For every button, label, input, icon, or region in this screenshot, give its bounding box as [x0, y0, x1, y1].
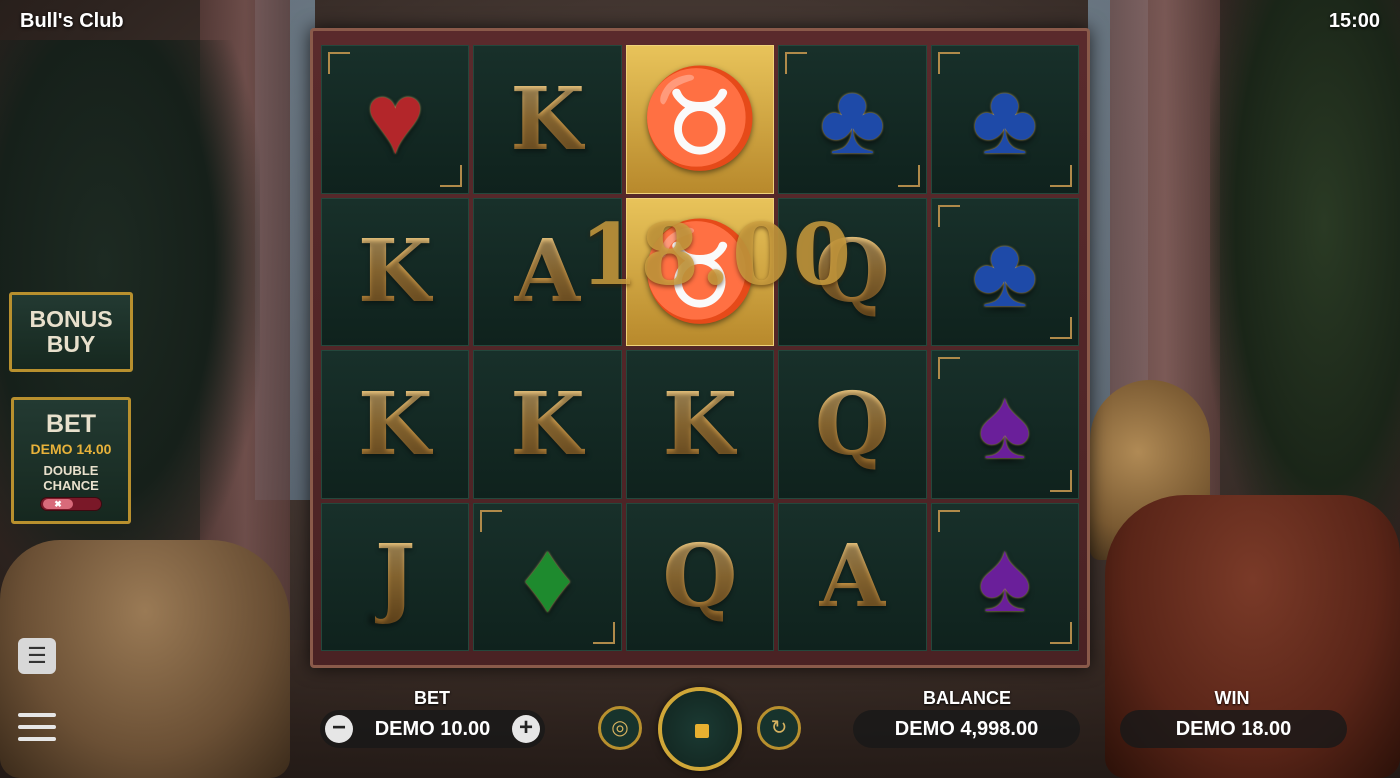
win-value: DEMO 18.00: [1175, 717, 1292, 740]
bonus-buy-label-line1: BONUS: [29, 306, 113, 332]
game-title: Bull's Club: [20, 10, 124, 32]
spade-symbol-icon: ♠: [978, 368, 1032, 481]
bet-panel-amount: DEMO 14.00: [30, 441, 112, 457]
balance-pill: DEMO 4,998.00: [853, 710, 1080, 748]
reel-cell: ♉: [625, 45, 775, 194]
stop-icon: [695, 724, 709, 738]
reel-cell: Q: [625, 502, 775, 651]
reel-grid: ♥ K ♉ ♣ ♣ K A ♉ Q ♣ K K K Q ♠ J ♦ Q A ♠: [321, 45, 1079, 651]
letter-symbol: Q: [814, 373, 890, 475]
club-symbol-icon: ♣: [971, 63, 1038, 176]
double-chance-label: DOUBLE CHANCE: [14, 463, 128, 493]
win-pill: DEMO 18.00: [1120, 710, 1347, 748]
letter-symbol: K: [662, 373, 738, 475]
bet-panel-title: BET: [46, 410, 96, 438]
clock: 15:00: [1328, 10, 1380, 32]
reel-cell: ♦: [473, 502, 622, 651]
reel-cell: K: [321, 197, 470, 346]
menu-icon[interactable]: [18, 710, 56, 744]
letter-symbol: Q: [662, 526, 738, 628]
reel-cell: ♣: [930, 45, 1079, 194]
club-symbol-icon: ♣: [971, 215, 1038, 328]
toggle-off-icon: ✖: [43, 499, 73, 509]
coins-settings-icon[interactable]: ◎: [598, 706, 642, 750]
win-amount-overlay: 18.00: [580, 205, 854, 304]
letter-symbol: K: [357, 221, 433, 323]
reel-cell: K: [473, 350, 622, 499]
double-chance-toggle[interactable]: ✖: [40, 497, 102, 511]
reel-cell: K: [625, 350, 775, 499]
balance-value: DEMO 4,998.00: [894, 717, 1039, 740]
win-label: WIN: [1214, 688, 1250, 708]
balance-label: BALANCE: [923, 688, 1011, 708]
reel-cell: ♥: [321, 45, 470, 194]
letter-symbol: K: [510, 373, 585, 475]
letter-symbol: A: [819, 526, 886, 628]
bonus-buy-label-line2: BUY: [46, 331, 96, 357]
spin-button[interactable]: [658, 687, 742, 771]
letter-symbol: K: [357, 373, 433, 475]
reel-cell: K: [321, 350, 470, 499]
double-chance-line1: DOUBLE: [43, 463, 99, 478]
reel-cell: ♣: [778, 45, 927, 194]
spade-symbol-icon: ♠: [978, 520, 1032, 633]
reel-cell: ♣: [930, 197, 1079, 346]
letter-symbol: K: [510, 68, 585, 170]
bet-panel[interactable]: BET DEMO 14.00 DOUBLE CHANCE ✖: [11, 397, 131, 524]
reel-cell: Q: [778, 350, 927, 499]
paytable-icon[interactable]: ☰: [18, 638, 56, 674]
reel-cell: K: [473, 45, 622, 194]
reel-cell: A: [778, 502, 927, 651]
reel-cell: ♠: [930, 350, 1079, 499]
bet-decrease-button[interactable]: −: [325, 715, 353, 743]
bull-symbol-icon: ♉: [640, 65, 760, 173]
plant-right: [1210, 0, 1400, 560]
bet-label: BET: [414, 688, 450, 708]
autoplay-icon[interactable]: ↻: [757, 706, 801, 750]
bet-value: DEMO 10.00: [374, 717, 491, 740]
reel-cell: ♠: [930, 502, 1079, 651]
bet-increase-button[interactable]: +: [512, 715, 540, 743]
heart-symbol-icon: ♥: [365, 63, 425, 176]
bonus-buy-button[interactable]: BONUS BUY: [9, 292, 133, 372]
letter-symbol: A: [514, 221, 581, 323]
diamond-symbol-icon: ♦: [522, 520, 574, 633]
club-symbol-icon: ♣: [819, 63, 886, 176]
reel-cell: J: [321, 502, 470, 651]
letter-symbol: J: [374, 526, 416, 628]
double-chance-line2: CHANCE: [43, 478, 99, 493]
